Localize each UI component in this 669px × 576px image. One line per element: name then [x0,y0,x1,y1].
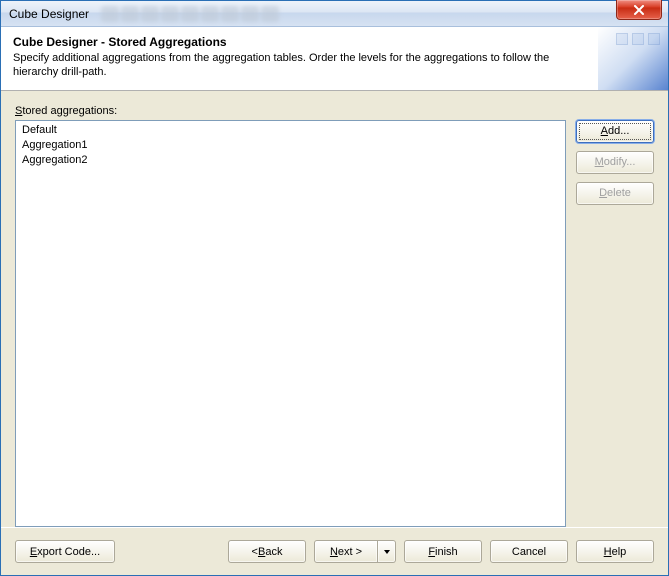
window-title: Cube Designer [9,7,89,21]
list-item[interactable]: Aggregation2 [20,153,561,168]
cancel-button[interactable]: Cancel [490,540,568,563]
list-row: DefaultAggregation1Aggregation2 Add... M… [15,120,654,527]
titlebar: Cube Designer [1,1,668,27]
modify-button[interactable]: Modify... [576,151,654,174]
side-buttons: Add... Modify... Delete [576,120,654,527]
body: Stored aggregations: DefaultAggregation1… [1,91,668,527]
back-button[interactable]: < Back [228,540,306,563]
stored-aggregations-label: Stored aggregations: [15,105,654,117]
next-split-button: Next > [314,540,396,563]
page-title: Cube Designer - Stored Aggregations [13,35,656,49]
next-button[interactable]: Next > [314,540,378,563]
header-panel: Cube Designer - Stored Aggregations Spec… [1,27,668,91]
list-item[interactable]: Default [20,123,561,138]
delete-button[interactable]: Delete [576,182,654,205]
window-controls [616,0,662,20]
footer: Export Code... < Back Next > Finish Canc… [1,527,668,575]
chevron-down-icon [384,550,390,554]
next-dropdown-button[interactable] [378,540,396,563]
header-ghost-buttons [616,33,660,45]
close-icon [633,5,645,15]
help-button[interactable]: Help [576,540,654,563]
add-button[interactable]: Add... [576,120,654,143]
page-subtitle: Specify additional aggregations from the… [13,51,573,80]
finish-button[interactable]: Finish [404,540,482,563]
titlebar-toolbar [101,6,279,22]
dialog-window: Cube Designer Cube Designer - Stored Agg… [0,0,669,576]
close-button[interactable] [616,0,662,20]
stored-aggregations-list[interactable]: DefaultAggregation1Aggregation2 [15,120,566,527]
export-code-button[interactable]: Export Code... [15,540,115,563]
list-item[interactable]: Aggregation1 [20,138,561,153]
